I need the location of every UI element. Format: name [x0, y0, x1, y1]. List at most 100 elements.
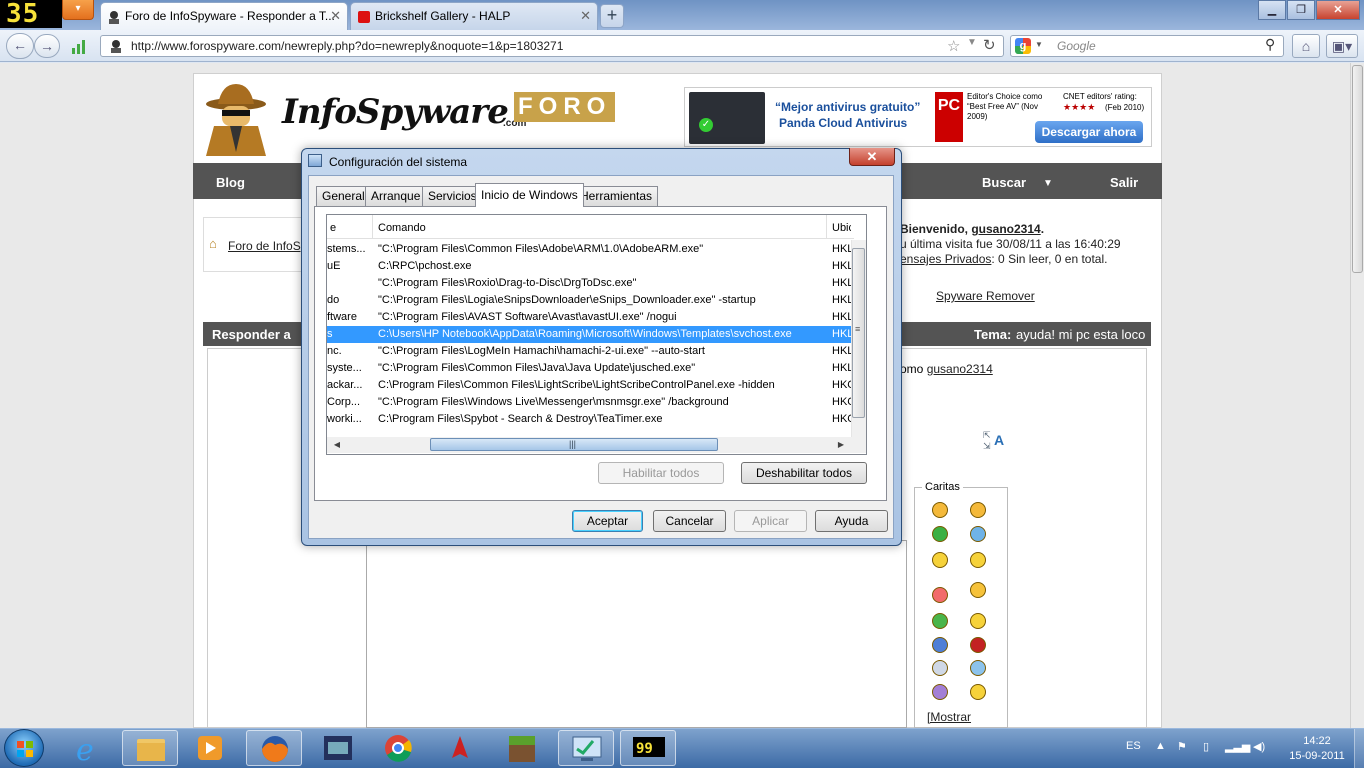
- private-messages-link[interactable]: ensajes Privados: [900, 252, 991, 266]
- posting-as-user[interactable]: gusano2314: [927, 362, 993, 376]
- startup-item-row[interactable]: uE C:\RPC\pchost.exe HKL: [327, 258, 854, 275]
- new-tab-button[interactable]: +: [600, 4, 624, 28]
- tab-servicios[interactable]: Servicios: [422, 186, 483, 206]
- page-scrollbar[interactable]: [1350, 63, 1364, 728]
- show-hidden-icons-icon[interactable]: ▲: [1155, 740, 1166, 752]
- shocked-smiley-icon[interactable]: [932, 660, 948, 676]
- show-more-smilies-link[interactable]: [Mostrar: [927, 710, 971, 724]
- engine-dropdown-icon[interactable]: ▼: [1035, 40, 1043, 49]
- smile-smiley-icon[interactable]: [970, 684, 986, 700]
- counter-app-icon[interactable]: 99: [620, 730, 676, 766]
- tab-foro-infospyware[interactable]: Foro de InfoSpyware - Responder a T... ✕: [100, 2, 348, 30]
- hat-smiley-icon[interactable]: [970, 582, 986, 598]
- dropdown-arrow-icon[interactable]: ▼: [967, 37, 977, 48]
- startup-item-row[interactable]: "C:\Program Files\Roxio\Drag-to-Disc\Drg…: [327, 275, 854, 292]
- disable-all-button[interactable]: Deshabilitar todos: [741, 462, 867, 484]
- firefox-icon[interactable]: [246, 730, 302, 766]
- enable-all-button[interactable]: Habilitar todos: [598, 462, 724, 484]
- minimize-button[interactable]: ▁: [1258, 0, 1286, 20]
- welcome-username[interactable]: gusano2314: [971, 222, 1040, 236]
- game-app-icon[interactable]: [310, 730, 366, 766]
- tab-arranque[interactable]: Arranque: [365, 186, 427, 206]
- thumbs-down-smiley-icon[interactable]: [970, 502, 986, 518]
- home-button[interactable]: ⌂: [1292, 34, 1320, 58]
- scroll-right-icon[interactable]: ▶: [834, 438, 848, 452]
- startup-item-row[interactable]: s C:\Users\HP Notebook\AppData\Roaming\Mi…: [327, 326, 854, 343]
- menu-buscar[interactable]: Buscar: [982, 175, 1026, 190]
- spyware-remover-link[interactable]: Spyware Remover: [936, 289, 1035, 303]
- action-center-flag-icon[interactable]: ⚑: [1177, 740, 1187, 753]
- media-player-icon[interactable]: [182, 730, 238, 766]
- buscar-dropdown-icon[interactable]: ▼: [1043, 178, 1053, 189]
- back-button[interactable]: ←: [6, 33, 34, 59]
- crying-smiley-icon[interactable]: [932, 684, 948, 700]
- resize-arrows-icon[interactable]: ⇱ ⇲: [983, 430, 991, 452]
- bookmark-star-icon[interactable]: ☆: [947, 37, 960, 55]
- angry-smiley-icon[interactable]: [970, 637, 986, 653]
- reload-icon[interactable]: ↻: [983, 36, 996, 54]
- cool-smiley-icon[interactable]: [970, 660, 986, 676]
- firefox-menu-button[interactable]: ▾: [62, 0, 94, 20]
- windows-explorer-icon[interactable]: [122, 730, 178, 766]
- battery-icon[interactable]: ▯: [1203, 740, 1209, 753]
- network-signal-icon[interactable]: ▂▃▅: [1225, 740, 1250, 753]
- startup-item-row[interactable]: ftware "C:\Program Files\AVAST Software\A…: [327, 309, 854, 326]
- tongue-smiley-icon[interactable]: [970, 552, 986, 568]
- close-tab-icon[interactable]: ✕: [580, 8, 591, 24]
- minecraft-icon[interactable]: [494, 730, 550, 766]
- language-indicator[interactable]: ES: [1126, 740, 1141, 752]
- address-bar[interactable]: http://www.forospyware.com/newreply.php?…: [100, 35, 1004, 57]
- search-magnifier-icon[interactable]: ⚲: [1265, 36, 1275, 53]
- list-horizontal-thumb[interactable]: |||: [430, 438, 718, 451]
- chrome-icon[interactable]: [370, 730, 426, 766]
- font-size-icon[interactable]: A: [994, 432, 1004, 448]
- tab-herramientas[interactable]: Herramientas: [574, 186, 659, 206]
- grin-smiley-icon[interactable]: [932, 526, 948, 542]
- column-header-command[interactable]: Comando: [375, 215, 827, 239]
- apply-button[interactable]: Aplicar: [734, 510, 807, 532]
- search-input[interactable]: g ▼ Google ⚲: [1010, 35, 1284, 57]
- laugh-smiley-icon[interactable]: [932, 552, 948, 568]
- confused-smiley-icon[interactable]: [970, 613, 986, 629]
- tab-general[interactable]: General: [316, 186, 371, 206]
- show-desktop-button[interactable]: [1354, 729, 1364, 768]
- startup-item-row[interactable]: syste... "C:\Program Files\Common Files\J…: [327, 360, 854, 377]
- panda-antivirus-ad[interactable]: ✓ “Mejor antivirus gratuito” Panda Cloud…: [684, 87, 1152, 147]
- cancel-button[interactable]: Cancelar: [653, 510, 726, 532]
- breadcrumb-link[interactable]: Foro de InfoSp: [228, 239, 307, 253]
- message-textarea[interactable]: [366, 540, 907, 728]
- menu-salir[interactable]: Salir: [1110, 175, 1138, 190]
- scroll-left-icon[interactable]: ◀: [330, 438, 344, 452]
- download-now-button[interactable]: Descargar ahora: [1035, 121, 1143, 143]
- system-clock[interactable]: 14:22 15-09-2011: [1282, 734, 1352, 764]
- msconfig-taskbar-icon[interactable]: [558, 730, 614, 766]
- column-header-location[interactable]: Ubic: [829, 215, 851, 239]
- sick-smiley-icon[interactable]: [932, 613, 948, 629]
- forward-button[interactable]: →: [34, 34, 60, 58]
- column-header-name[interactable]: e: [327, 215, 373, 239]
- startup-item-row[interactable]: nc. "C:\Program Files\LogMeIn Hamachi\ham…: [327, 343, 854, 360]
- startup-item-row[interactable]: stems... "C:\Program Files\Common Files\A…: [327, 241, 854, 258]
- bookmarks-menu-button[interactable]: ▣▾: [1326, 34, 1358, 58]
- maximize-button[interactable]: ❐: [1287, 0, 1315, 20]
- menu-blog[interactable]: Blog: [216, 175, 245, 190]
- start-button[interactable]: [4, 729, 44, 767]
- close-window-button[interactable]: ✕: [1316, 0, 1360, 20]
- close-tab-icon[interactable]: ✕: [330, 8, 341, 24]
- startup-item-row[interactable]: ackar... C:\Program Files\Common Files\Li…: [327, 377, 854, 394]
- volume-icon[interactable]: ◀): [1253, 740, 1265, 753]
- ok-button[interactable]: Aceptar: [572, 510, 643, 532]
- list-vertical-thumb[interactable]: ≡: [852, 248, 865, 418]
- startup-item-row[interactable]: do "C:\Program Files\Logia\eSnipsDownload…: [327, 292, 854, 309]
- startup-item-row[interactable]: Corp... "C:\Program Files\Windows Live\Me…: [327, 394, 854, 411]
- internet-explorer-icon[interactable]: e: [60, 730, 116, 768]
- wink-smiley-icon[interactable]: [970, 526, 986, 542]
- help-button[interactable]: Ayuda: [815, 510, 888, 532]
- rocket-app-icon[interactable]: [432, 730, 488, 766]
- home-icon[interactable]: ⌂: [209, 236, 217, 251]
- startup-item-row[interactable]: worki... C:\Program Files\Spybot - Search…: [327, 411, 854, 428]
- google-engine-icon[interactable]: g: [1015, 38, 1031, 54]
- page-scroll-thumb[interactable]: [1352, 65, 1363, 273]
- thumbs-up-smiley-icon[interactable]: [932, 502, 948, 518]
- tab-brickshelf[interactable]: Brickshelf Gallery - HALP ✕: [350, 2, 598, 30]
